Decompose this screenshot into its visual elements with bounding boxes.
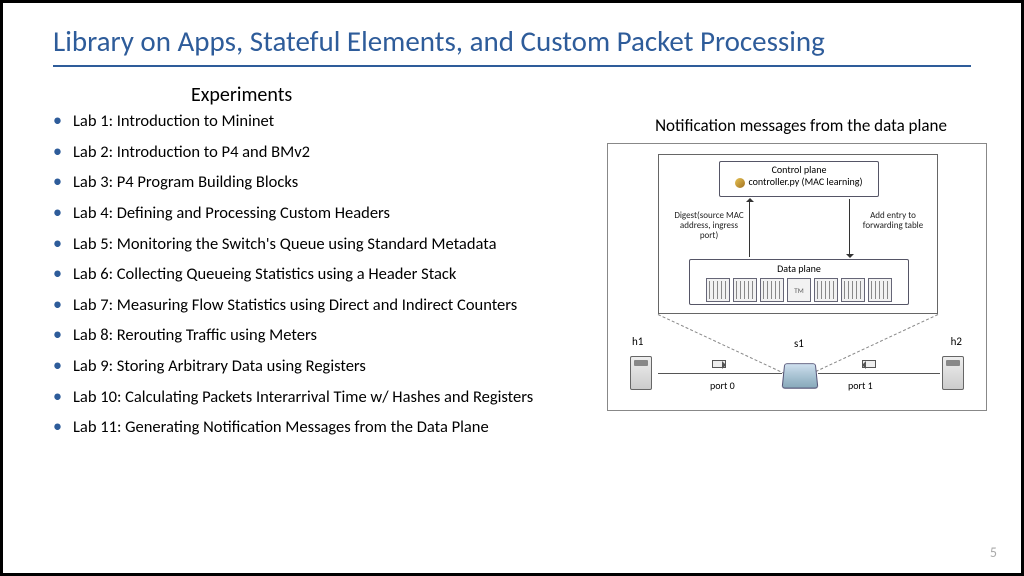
slide: Library on Apps, Stateful Elements, and … <box>0 0 1024 576</box>
list-item: Lab 4: Defining and Processing Custom He… <box>59 203 599 224</box>
add-entry-label: Add entry to forwarding table <box>857 211 929 231</box>
control-plane-sub: controller.py (MAC learning) <box>748 175 862 188</box>
lab-text: Lab 2: Introduction to P4 and BMv2 <box>73 142 310 162</box>
port1-label: port 1 <box>848 379 873 392</box>
stage-icon <box>814 278 838 302</box>
h1-label: h1 <box>632 335 643 348</box>
list-item: Lab 9: Storing Arbitrary Data using Regi… <box>59 356 599 377</box>
lab-text: Lab 9: Storing Arbitrary Data using Regi… <box>73 356 366 376</box>
arrow-down-icon <box>849 199 850 257</box>
lab-text: Lab 1: Introduction to Mininet <box>73 111 274 131</box>
host-h1-icon <box>626 352 656 390</box>
plane-group: Control plane controller.py (MAC learnin… <box>658 154 938 314</box>
list-item: Lab 8: Rerouting Traffic using Meters <box>59 325 599 346</box>
stage-icon <box>868 278 892 302</box>
packet-right-icon <box>712 360 726 368</box>
link-line-icon <box>658 373 782 374</box>
digest-label: Digest(source MAC address, ingress port) <box>673 211 745 241</box>
switch-s1-icon <box>783 358 817 388</box>
packet-left-icon <box>862 360 876 368</box>
port0-label: port 0 <box>710 379 735 392</box>
lab-text: Lab 11: Generating Notification Messages… <box>73 417 489 437</box>
experiments-heading: Experiments <box>191 83 292 107</box>
list-item: Lab 3: P4 Program Building Blocks <box>59 172 599 193</box>
control-plane-box: Control plane controller.py (MAC learnin… <box>719 161 879 197</box>
lab-text: Lab 6: Collecting Queueing Statistics us… <box>73 264 456 284</box>
list-item: Lab 10: Calculating Packets Interarrival… <box>59 387 599 408</box>
lab-text: Lab 3: P4 Program Building Blocks <box>73 172 298 192</box>
stage-icon <box>733 278 757 302</box>
slide-title: Library on Apps, Stateful Elements, and … <box>53 23 971 67</box>
lab-text: Lab 10: Calculating Packets Interarrival… <box>73 387 533 407</box>
lab-text: Lab 5: Monitoring the Switch's Queue usi… <box>73 234 497 254</box>
traffic-manager-icon: TM <box>787 278 811 302</box>
list-item: Lab 6: Collecting Queueing Statistics us… <box>59 264 599 285</box>
list-item: Lab 1: Introduction to Mininet <box>59 111 599 132</box>
lab-text: Lab 7: Measuring Flow Statistics using D… <box>73 295 517 315</box>
list-item: Lab 11: Generating Notification Messages… <box>59 417 599 438</box>
python-icon <box>735 178 745 188</box>
pipeline-stages: TM <box>690 278 908 302</box>
list-item: Lab 7: Measuring Flow Statistics using D… <box>59 295 599 316</box>
list-item: Lab 5: Monitoring the Switch's Queue usi… <box>59 234 599 255</box>
stage-icon <box>841 278 865 302</box>
figure-caption: Notification messages from the data plan… <box>621 115 981 136</box>
data-plane-title: Data plane <box>690 262 908 275</box>
lab-text: Lab 4: Defining and Processing Custom He… <box>73 203 390 223</box>
arrow-up-icon <box>749 199 750 257</box>
link-line-icon <box>818 373 940 374</box>
lab-text: Lab 8: Rerouting Traffic using Meters <box>73 325 317 345</box>
page-number: 5 <box>990 544 997 561</box>
s1-label: s1 <box>794 337 804 350</box>
h2-label: h2 <box>951 335 962 348</box>
host-h2-icon <box>938 352 968 390</box>
data-plane-box: Data plane TM <box>689 259 909 305</box>
stage-icon <box>706 278 730 302</box>
lab-list: Lab 1: Introduction to Mininet Lab 2: In… <box>59 111 599 448</box>
architecture-figure: Control plane controller.py (MAC learnin… <box>607 143 987 411</box>
list-item: Lab 2: Introduction to P4 and BMv2 <box>59 142 599 163</box>
stage-icon <box>760 278 784 302</box>
